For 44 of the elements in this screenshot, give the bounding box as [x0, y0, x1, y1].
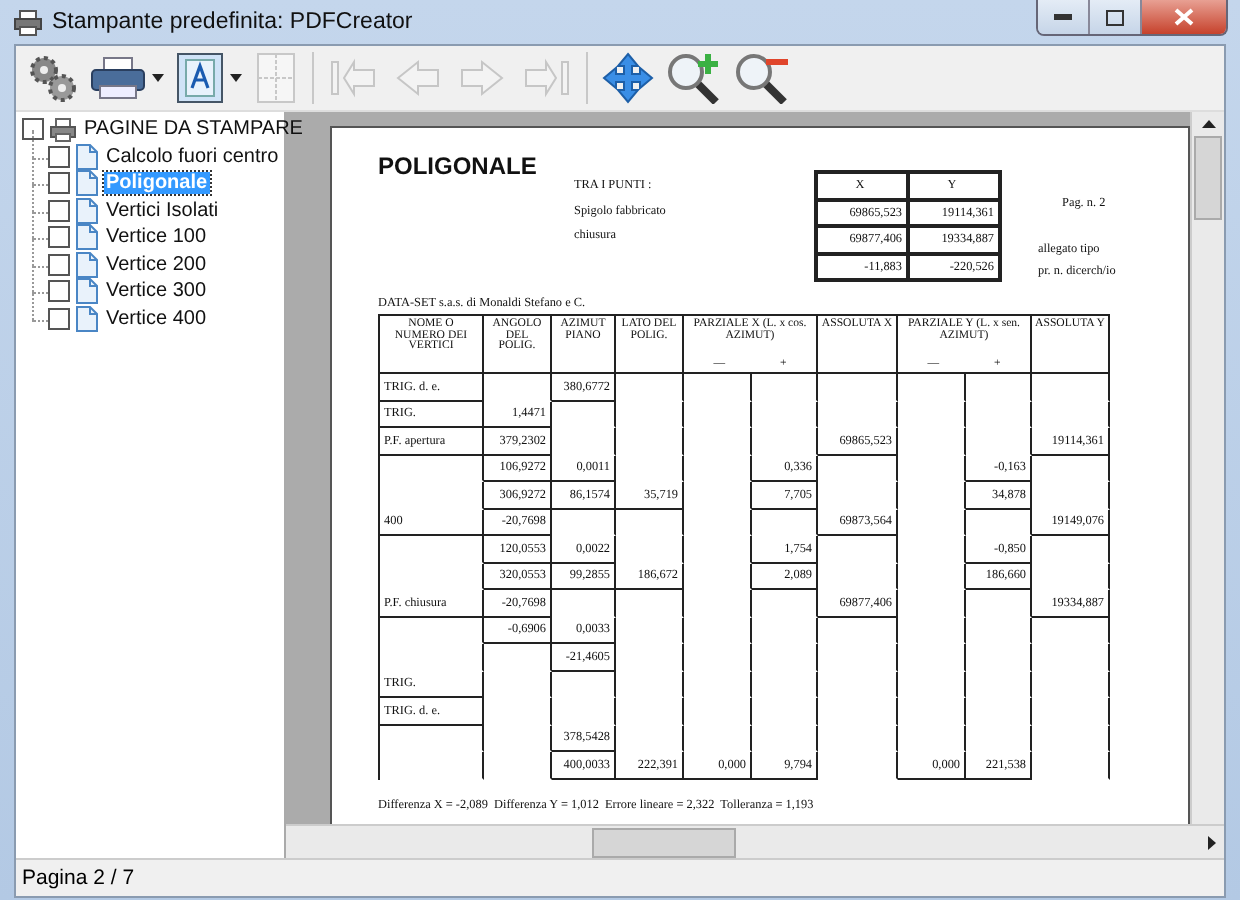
page-icon — [76, 197, 98, 224]
checkbox[interactable] — [48, 145, 70, 168]
tree-item[interactable]: Vertice 200 — [104, 253, 209, 276]
window-title: Stampante predefinita: PDFCreator — [52, 10, 413, 34]
tree-item[interactable]: Calcolo fuori centro — [104, 145, 281, 168]
page-icon — [76, 224, 98, 251]
printer-icon — [50, 117, 76, 142]
checkbox[interactable] — [48, 172, 70, 195]
horizontal-scrollbar[interactable] — [286, 824, 1224, 858]
tree-item[interactable]: Vertice 100 — [104, 226, 209, 249]
page-icon — [76, 170, 98, 197]
scrollbar-thumb[interactable] — [592, 827, 736, 857]
caret-icon — [230, 74, 242, 82]
vertical-scrollbar[interactable] — [1190, 112, 1224, 824]
checkbox[interactable] — [48, 280, 70, 303]
checkbox[interactable] — [22, 118, 44, 141]
zoom-out-button[interactable] — [730, 50, 794, 106]
up-arrow-icon — [1201, 120, 1215, 128]
checkbox[interactable] — [48, 307, 70, 330]
close-icon — [1174, 8, 1194, 26]
checkbox[interactable] — [48, 226, 70, 249]
document-title: POLIGONALE — [378, 152, 539, 180]
scrollbar-thumb[interactable] — [1194, 136, 1222, 220]
maximize-icon — [1106, 9, 1124, 25]
tree-item[interactable]: Vertice 400 — [104, 307, 209, 330]
checkbox[interactable] — [48, 199, 70, 222]
page-setup-button[interactable] — [172, 50, 246, 106]
maximize-button[interactable] — [1088, 0, 1140, 34]
minimize-icon — [1054, 14, 1072, 20]
checkbox[interactable] — [48, 253, 70, 276]
tree-item[interactable]: Vertici Isolati — [104, 199, 221, 222]
tree-root-label[interactable]: PAGINE DA STAMPARE — [82, 118, 305, 141]
tree-item[interactable]: Vertice 300 — [104, 280, 209, 303]
right-arrow-icon — [1208, 835, 1216, 849]
page-icon — [76, 305, 98, 332]
caret-icon — [152, 74, 164, 82]
page-icon — [76, 143, 98, 170]
move-button[interactable] — [598, 50, 658, 106]
minimize-button[interactable] — [1038, 0, 1088, 34]
close-button[interactable] — [1140, 0, 1226, 34]
page-indicator: Pagina 2 / 7 — [22, 866, 135, 890]
printer-icon — [14, 9, 42, 35]
page-icon — [76, 251, 98, 278]
page-icon — [76, 278, 98, 305]
